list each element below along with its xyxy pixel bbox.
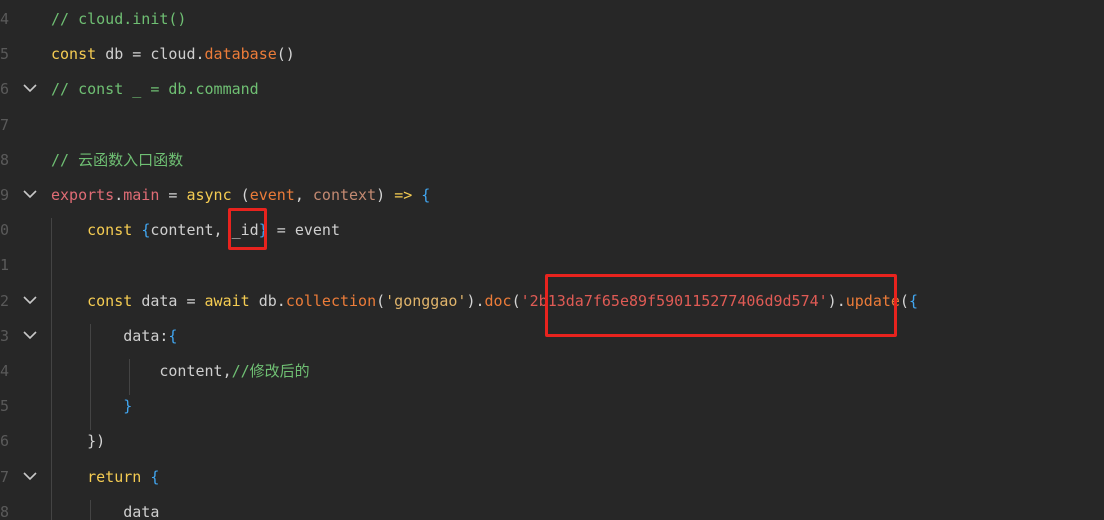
code-text: data:{ bbox=[51, 319, 177, 354]
code-token: data bbox=[51, 502, 160, 520]
indent-guide bbox=[51, 218, 52, 520]
code-token: ). bbox=[466, 291, 485, 310]
code-token: const bbox=[51, 45, 106, 64]
code-line[interactable]: 7 bbox=[0, 108, 1104, 143]
code-token: db bbox=[258, 291, 277, 310]
code-token: context bbox=[312, 186, 377, 204]
code-token: const bbox=[51, 291, 142, 310]
code-token: = bbox=[177, 291, 205, 310]
code-line[interactable]: 5 const db = cloud.database() bbox=[0, 37, 1104, 72]
code-token: content, bbox=[51, 362, 232, 380]
line-number: 1 bbox=[0, 256, 10, 275]
fold-chevron-icon[interactable] bbox=[20, 284, 42, 319]
line-number: 2 bbox=[0, 291, 10, 310]
line-number: 9 bbox=[0, 186, 10, 204]
code-token: }) bbox=[51, 432, 106, 451]
code-line[interactable]: 4 content,//修改后的 bbox=[0, 354, 1104, 389]
code-token: //修改后的 bbox=[231, 362, 310, 380]
line-number: 5 bbox=[0, 397, 10, 416]
code-token: { bbox=[168, 326, 178, 345]
line-number: 4 bbox=[0, 10, 10, 28]
code-token: cloud bbox=[150, 45, 196, 64]
indent-guide bbox=[90, 500, 91, 520]
code-text: // cloud.init() bbox=[51, 2, 186, 37]
code-token: // const _ = db.command bbox=[51, 80, 259, 99]
line-number: 6 bbox=[0, 432, 10, 451]
fold-chevron-icon[interactable] bbox=[20, 460, 42, 495]
code-line[interactable]: 0 const {content, _id} = event bbox=[0, 213, 1104, 248]
code-editor[interactable]: 4// cloud.init() 5 const db = cloud.databa… bbox=[0, 0, 1104, 520]
line-number: 8 bbox=[0, 502, 10, 520]
code-token: = bbox=[123, 45, 151, 64]
code-text: // 云函数入口函数 bbox=[51, 143, 183, 178]
code-token: ) bbox=[376, 186, 395, 204]
code-token: return bbox=[51, 467, 151, 486]
code-token: database bbox=[204, 45, 277, 64]
code-line[interactable]: 6 // const _ = db.command bbox=[0, 72, 1104, 107]
highlight-box-id bbox=[228, 208, 267, 250]
code-token: . bbox=[276, 291, 286, 310]
code-line[interactable]: 4 // cloud.init() bbox=[0, 2, 1104, 37]
code-text: return { bbox=[51, 460, 159, 495]
code-text: const {content, _id} = event bbox=[51, 213, 340, 248]
code-token: , bbox=[294, 186, 313, 204]
code-token: doc bbox=[484, 291, 512, 310]
code-token: ( bbox=[231, 186, 250, 204]
code-token: = event bbox=[267, 221, 340, 240]
code-token: => bbox=[394, 186, 413, 204]
fold-chevron-icon[interactable] bbox=[20, 178, 42, 213]
code-line[interactable]: 8 // 云函数入口函数 bbox=[0, 143, 1104, 178]
code-token: // 云函数入口函数 bbox=[51, 150, 184, 169]
line-number: 7 bbox=[0, 467, 10, 486]
code-token: main bbox=[123, 186, 160, 204]
code-token: . bbox=[114, 186, 124, 204]
indent-guide bbox=[129, 359, 130, 395]
code-token: ( bbox=[511, 291, 521, 310]
code-token: 'gonggao' bbox=[385, 291, 467, 310]
code-token: { bbox=[150, 467, 160, 486]
code-token: // cloud.init() bbox=[51, 10, 187, 28]
code-token: . bbox=[195, 45, 205, 64]
code-token: db bbox=[105, 45, 124, 64]
code-line[interactable]: 6 }) bbox=[0, 424, 1104, 459]
line-number: 5 bbox=[0, 45, 10, 64]
code-token: async bbox=[186, 186, 232, 204]
fold-chevron-icon[interactable] bbox=[20, 319, 42, 354]
code-token: data bbox=[141, 291, 178, 310]
code-token: data: bbox=[51, 326, 169, 345]
code-text: } bbox=[51, 389, 132, 424]
code-token: } bbox=[51, 397, 133, 416]
fold-chevron-icon[interactable] bbox=[20, 72, 42, 107]
code-token: const bbox=[51, 221, 142, 240]
code-text: }) bbox=[51, 424, 105, 459]
code-token: { bbox=[141, 221, 151, 240]
line-number: 0 bbox=[0, 221, 10, 240]
code-line[interactable]: 9 exports.main = async (event, context) =… bbox=[0, 178, 1104, 213]
code-token: await bbox=[204, 291, 259, 310]
code-text: // const _ = db.command bbox=[51, 72, 259, 107]
code-line[interactable]: 7 return { bbox=[0, 460, 1104, 495]
code-line[interactable]: 8 data bbox=[0, 495, 1104, 520]
code-token: = bbox=[159, 186, 187, 204]
code-token: { bbox=[908, 291, 918, 310]
code-text: const db = cloud.database() bbox=[51, 37, 295, 72]
indent-guide bbox=[90, 324, 91, 430]
code-token: ( bbox=[899, 291, 909, 310]
line-number: 3 bbox=[0, 326, 10, 345]
code-token: exports bbox=[51, 186, 115, 204]
line-number: 4 bbox=[0, 362, 10, 380]
code-token: () bbox=[276, 45, 295, 64]
code-text: data bbox=[51, 495, 159, 520]
code-token: ( bbox=[376, 291, 386, 310]
code-token: event bbox=[249, 186, 295, 204]
code-token: collection bbox=[285, 291, 377, 310]
line-number: 6 bbox=[0, 80, 10, 99]
code-line[interactable]: 5 } bbox=[0, 389, 1104, 424]
highlight-box-doc-id bbox=[545, 274, 897, 337]
code-token: { bbox=[412, 186, 431, 204]
line-number: 8 bbox=[0, 150, 10, 169]
line-number: 7 bbox=[0, 115, 10, 134]
